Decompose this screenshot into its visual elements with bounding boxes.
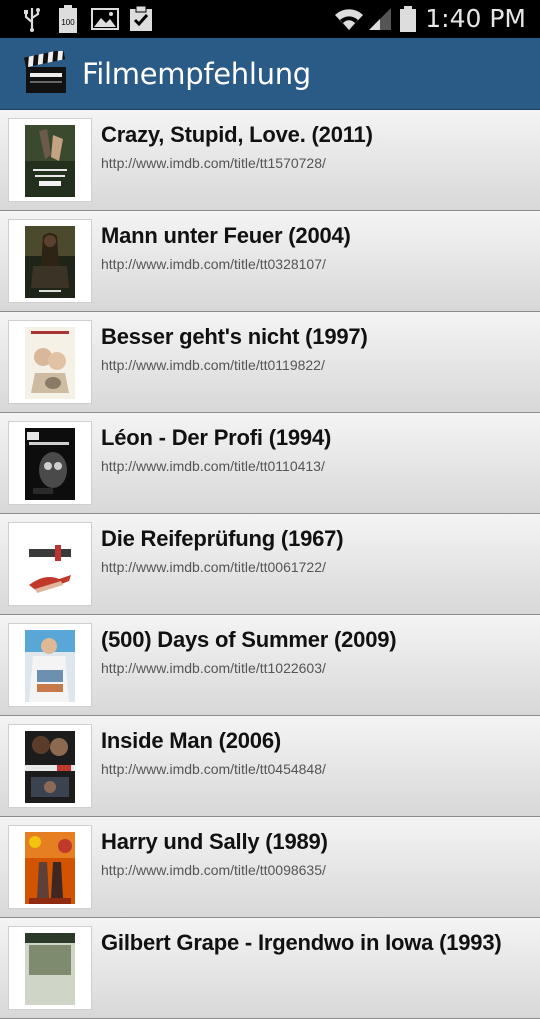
movie-url[interactable]: http://www.imdb.com/title/tt0454848/	[101, 761, 326, 777]
movie-url[interactable]: http://www.imdb.com/title/tt1022603/	[101, 660, 326, 676]
movie-poster	[25, 125, 75, 197]
movie-url[interactable]: http://www.imdb.com/title/tt0119822/	[101, 357, 325, 373]
movie-list[interactable]: Crazy, Stupid, Love. (2011) http://www.i…	[0, 110, 540, 1019]
list-item[interactable]: (500) Days of Summer (2009) http://www.i…	[0, 615, 540, 716]
movie-title: Mann unter Feuer (2004)	[101, 223, 351, 248]
usb-icon	[20, 0, 44, 38]
app-title: Filmempfehlung	[82, 57, 311, 91]
clapperboard-icon[interactable]	[23, 49, 68, 95]
movie-poster	[25, 630, 75, 702]
list-item[interactable]: Léon - Der Profi (1994) http://www.imdb.…	[0, 413, 540, 514]
list-item[interactable]: Crazy, Stupid, Love. (2011) http://www.i…	[0, 110, 540, 211]
wifi-icon	[334, 0, 364, 38]
picture-icon	[90, 0, 120, 38]
movie-url[interactable]: http://www.imdb.com/title/tt0098635/	[101, 862, 326, 878]
action-bar: Filmempfehlung	[0, 38, 540, 110]
list-item[interactable]: Besser geht's nicht (1997) http://www.im…	[0, 312, 540, 413]
movie-title: Gilbert Grape - Irgendwo in Iowa (1993)	[101, 930, 502, 955]
thumbnail-frame	[8, 522, 92, 606]
thumbnail-frame	[8, 825, 92, 909]
thumbnail-frame	[8, 118, 92, 202]
battery-icon: 100	[57, 0, 79, 38]
status-bar: 100 1:40 PM	[0, 0, 540, 38]
movie-poster	[25, 832, 75, 904]
movie-title: Die Reifeprüfung (1967)	[101, 526, 344, 551]
movie-poster	[25, 226, 75, 298]
movie-url[interactable]: http://www.imdb.com/title/tt0110413/	[101, 458, 325, 474]
movie-title: Inside Man (2006)	[101, 728, 281, 753]
movie-title: Crazy, Stupid, Love. (2011)	[101, 122, 373, 147]
battery-icon	[398, 0, 418, 38]
list-item[interactable]: Gilbert Grape - Irgendwo in Iowa (1993)	[0, 918, 540, 1019]
list-item[interactable]: Inside Man (2006) http://www.imdb.com/ti…	[0, 716, 540, 817]
movie-poster	[25, 327, 75, 399]
movie-poster	[25, 933, 75, 1005]
movie-url[interactable]: http://www.imdb.com/title/tt0061722/	[101, 559, 326, 575]
movie-poster	[25, 428, 75, 500]
thumbnail-frame	[8, 926, 92, 1010]
battery-label: 100	[61, 18, 75, 27]
thumbnail-frame	[8, 623, 92, 707]
clipboard-check-icon	[128, 0, 154, 38]
movie-title: Harry und Sally (1989)	[101, 829, 328, 854]
movie-url[interactable]: http://www.imdb.com/title/tt1570728/	[101, 155, 326, 171]
list-item[interactable]: Harry und Sally (1989) http://www.imdb.c…	[0, 817, 540, 918]
list-item[interactable]: Die Reifeprüfung (1967) http://www.imdb.…	[0, 514, 540, 615]
list-item[interactable]: Mann unter Feuer (2004) http://www.imdb.…	[0, 211, 540, 312]
thumbnail-frame	[8, 219, 92, 303]
movie-poster	[25, 731, 75, 803]
thumbnail-frame	[8, 421, 92, 505]
status-time: 1:40 PM	[425, 4, 526, 33]
movie-title: (500) Days of Summer (2009)	[101, 627, 397, 652]
movie-url[interactable]: http://www.imdb.com/title/tt0328107/	[101, 256, 326, 272]
thumbnail-frame	[8, 724, 92, 808]
movie-title: Besser geht's nicht (1997)	[101, 324, 368, 349]
thumbnail-frame	[8, 320, 92, 404]
signal-icon	[366, 0, 394, 38]
movie-poster	[25, 529, 75, 601]
movie-title: Léon - Der Profi (1994)	[101, 425, 332, 450]
